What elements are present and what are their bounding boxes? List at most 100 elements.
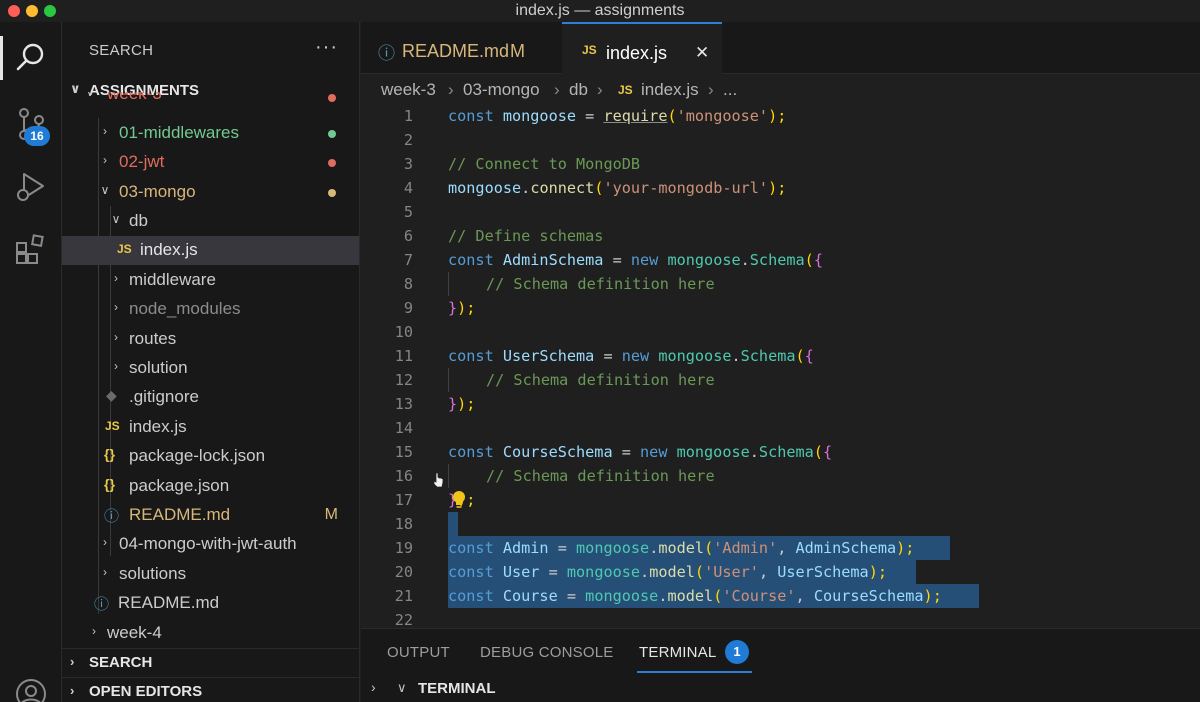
chevron-right-icon[interactable]: › [371, 679, 376, 695]
tab-index-js[interactable]: JS index.js ✕ [562, 22, 722, 74]
tab-readme-md[interactable]: ⓘ README.md M [361, 22, 561, 74]
tab-output[interactable]: OUTPUT [387, 644, 450, 661]
info-icon: ⓘ [94, 596, 110, 613]
info-icon: ⓘ [104, 508, 120, 525]
tree-item-routes[interactable]: › routes [62, 325, 359, 354]
active-indicator [0, 36, 3, 80]
code-text: mongoose.connect('your-mongodb-url'); [448, 179, 787, 197]
section-search[interactable]: › SEARCH [62, 648, 359, 676]
tree-item-01-middlewares[interactable]: › 01-middlewares [62, 119, 359, 148]
extensions-icon[interactable] [11, 230, 51, 270]
breadcrumb-item[interactable]: db [569, 80, 588, 100]
tree-item-package-lock-json[interactable]: {} package-lock.json [62, 442, 359, 471]
source-control-badge: 16 [24, 126, 50, 146]
tree-item-label: 02-jwt [119, 152, 165, 171]
code-text: }); [448, 299, 476, 317]
terminal-badge: 1 [725, 640, 749, 664]
json-file-icon: {} [104, 476, 115, 492]
tab-terminal[interactable]: TERMINAL [639, 644, 716, 661]
chevron-right-icon: › [103, 124, 107, 138]
tree-item-label: 01-middlewares [119, 123, 239, 142]
tree-item-readme-md[interactable]: ⓘ README.md M [62, 501, 359, 530]
chevron-right-icon: › [114, 271, 118, 285]
code-line: 5 [361, 200, 1200, 224]
code-comment: // Define schemas [448, 227, 604, 245]
search-icon[interactable] [11, 38, 51, 78]
line-number: 12 [394, 371, 413, 389]
code-line: 11 const UserSchema = new mongoose.Schem… [361, 344, 1200, 368]
tree-item-label: week-4 [107, 623, 162, 642]
tree-item-04-mongo-with-jwt-auth[interactable]: › 04-mongo-with-jwt-auth [62, 530, 359, 559]
chevron-right-icon: › [114, 330, 118, 344]
account-icon[interactable] [11, 674, 51, 702]
code-editor[interactable]: 1 const mongoose = require('mongoose'); … [361, 104, 1200, 626]
chevron-right-icon: › [597, 80, 603, 99]
line-number: 6 [403, 227, 413, 245]
tree-item-label: 03-mongo [119, 182, 196, 201]
line-number: 3 [403, 155, 413, 173]
code-text: }); [448, 395, 476, 413]
tree-item-label: solutions [119, 564, 187, 583]
panel-tabs: OUTPUT DEBUG CONSOLE TERMINAL 1 [361, 628, 1200, 674]
tree-item-label: solution [129, 358, 188, 377]
tree-item-label: .gitignore [129, 387, 199, 406]
tree-item-db-index-js[interactable]: JS index.js [62, 236, 359, 265]
sidebar-title: SEARCH [89, 42, 154, 59]
tree-item-middleware[interactable]: › middleware [62, 266, 359, 295]
line-number: 14 [394, 419, 413, 437]
terminal-section-header[interactable]: › ∨ TERMINAL [361, 674, 1200, 702]
code-text: const User = mongoose.model('User', User… [448, 563, 887, 581]
run-debug-icon[interactable] [11, 166, 51, 206]
code-line: 7 const AdminSchema = new mongoose.Schem… [361, 248, 1200, 272]
tree-item-03-mongo[interactable]: ∨ 03-mongo [62, 178, 359, 207]
tree-item-label: week-3 [107, 92, 162, 103]
code-line: 15 const CourseSchema = new mongoose.Sch… [361, 440, 1200, 464]
tree-item-solutions[interactable]: › solutions [62, 560, 359, 589]
tree-item-label: README.md [118, 593, 220, 612]
chevron-right-icon: › [114, 359, 118, 373]
section-open-editors[interactable]: › OPEN EDITORS [62, 677, 359, 702]
tab-debug-console[interactable]: DEBUG CONSOLE [480, 644, 613, 661]
chevron-right-icon: › [103, 535, 107, 549]
active-tab-underline [637, 671, 752, 673]
line-number: 4 [403, 179, 413, 197]
line-number: 2 [403, 131, 413, 149]
chevron-right-icon: › [708, 80, 714, 99]
js-file-icon: JS [582, 43, 597, 57]
close-icon[interactable]: ✕ [695, 43, 709, 63]
line-number: 7 [403, 251, 413, 269]
git-file-icon: ◆ [106, 387, 117, 403]
tree-item-node-modules[interactable]: › node_modules [62, 295, 359, 324]
tree-item-02-jwt[interactable]: › 02-jwt [62, 148, 359, 177]
tree-item-label: package.json [129, 476, 230, 495]
json-file-icon: {} [104, 446, 115, 462]
tree-item-root-readme-md[interactable]: ⓘ README.md [62, 589, 359, 618]
section-label: SEARCH [89, 654, 153, 671]
breadcrumb-item[interactable]: 03-mongo [463, 80, 540, 100]
chevron-right-icon: › [70, 654, 75, 669]
tree-item-label: middleware [129, 270, 216, 289]
code-line: 18 [361, 512, 1200, 536]
tree-item-package-json[interactable]: {} package.json [62, 472, 359, 501]
mouse-cursor-icon [433, 472, 444, 488]
code-text: const mongoose = require('mongoose'); [448, 107, 787, 125]
lightbulb-icon[interactable] [451, 490, 467, 510]
tree-item-db[interactable]: ∨ db [62, 207, 359, 236]
tree-item-index-js[interactable]: JS index.js [62, 413, 359, 442]
chevron-right-icon: › [103, 565, 107, 579]
chevron-right-icon: › [448, 80, 454, 99]
breadcrumb-item[interactable]: ... [723, 80, 737, 100]
breadcrumb-item[interactable]: index.js [641, 80, 699, 100]
tree-item-week-4[interactable]: › week-4 [62, 619, 359, 648]
more-actions-button[interactable]: ··· [315, 36, 338, 59]
breadcrumb-item[interactable]: week-3 [381, 80, 436, 100]
tree-item-week-3[interactable]: ∨ week-3 [62, 92, 359, 106]
code-comment: // Schema definition here [486, 275, 715, 293]
section-label: OPEN EDITORS [89, 683, 203, 700]
tree-item-solution[interactable]: › solution [62, 354, 359, 383]
line-number: 18 [394, 515, 413, 533]
code-line: 1 const mongoose = require('mongoose'); [361, 104, 1200, 128]
modified-flag: M [510, 41, 525, 61]
chevron-down-icon: ∨ [397, 680, 407, 695]
tree-item-gitignore[interactable]: ◆ .gitignore [62, 383, 359, 412]
